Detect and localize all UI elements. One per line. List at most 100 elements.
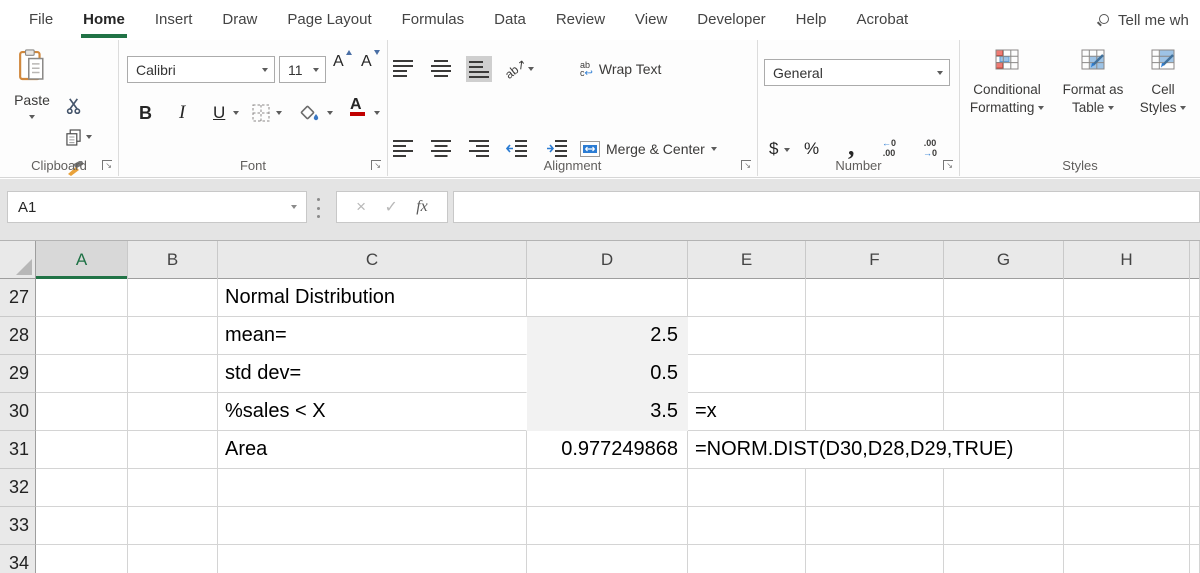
borders-dropdown-icon[interactable] bbox=[276, 111, 282, 115]
font-size-combo[interactable]: 11 bbox=[279, 56, 326, 83]
cell-f29[interactable] bbox=[806, 355, 944, 393]
cell-i31[interactable] bbox=[1190, 431, 1200, 469]
increase-font-button[interactable]: A bbox=[333, 50, 352, 71]
cell-a34[interactable] bbox=[36, 545, 128, 573]
cell-e34[interactable] bbox=[688, 545, 806, 573]
column-header-c[interactable]: C bbox=[218, 241, 527, 279]
menu-tab-view[interactable]: View bbox=[620, 0, 682, 40]
wrap-text-button[interactable]: ab c↩ Wrap Text bbox=[580, 56, 740, 82]
cell-b33[interactable] bbox=[128, 507, 218, 545]
decrease-decimal-button[interactable]: .00 →0 bbox=[923, 138, 937, 158]
row-header-29[interactable]: 29 bbox=[0, 355, 36, 393]
cell-b31[interactable] bbox=[128, 431, 218, 469]
currency-dropdown-icon[interactable] bbox=[784, 148, 790, 152]
cell-f28[interactable] bbox=[806, 317, 944, 355]
cell-a33[interactable] bbox=[36, 507, 128, 545]
number-format-combo[interactable]: General bbox=[764, 59, 950, 86]
cell-h32[interactable] bbox=[1064, 469, 1190, 507]
cell-d32[interactable] bbox=[527, 469, 688, 507]
cell-a30[interactable] bbox=[36, 393, 128, 431]
cell-i32[interactable] bbox=[1190, 469, 1200, 507]
cell-g33[interactable] bbox=[944, 507, 1064, 545]
cell-styles-button[interactable]: Cell Styles bbox=[1134, 48, 1192, 166]
cell-e30[interactable]: =x bbox=[688, 393, 806, 431]
cell-f33[interactable] bbox=[806, 507, 944, 545]
column-header-f[interactable]: F bbox=[806, 241, 944, 279]
menu-tab-developer[interactable]: Developer bbox=[682, 0, 780, 40]
cell-c31[interactable]: Area bbox=[218, 431, 527, 469]
row-header-30[interactable]: 30 bbox=[0, 393, 36, 431]
borders-button[interactable] bbox=[252, 98, 270, 128]
menu-tab-file[interactable]: File bbox=[14, 0, 68, 40]
font-name-combo[interactable]: Calibri bbox=[127, 56, 275, 83]
column-header-d[interactable]: D bbox=[527, 241, 688, 279]
top-align-button[interactable] bbox=[390, 56, 416, 82]
cell-i30[interactable] bbox=[1190, 393, 1200, 431]
cell-f32[interactable] bbox=[806, 469, 944, 507]
column-header-partial[interactable] bbox=[1190, 241, 1200, 279]
fill-color-dropdown-icon[interactable] bbox=[327, 111, 333, 115]
row-header-28[interactable]: 28 bbox=[0, 317, 36, 355]
cell-b29[interactable] bbox=[128, 355, 218, 393]
cell-e33[interactable] bbox=[688, 507, 806, 545]
cancel-icon[interactable]: × bbox=[356, 197, 366, 217]
cell-h29[interactable] bbox=[1064, 355, 1190, 393]
cell-d34[interactable] bbox=[527, 545, 688, 573]
tell-me-box[interactable]: Tell me wh bbox=[1097, 0, 1189, 40]
currency-button[interactable]: $ bbox=[769, 139, 778, 159]
cell-h33[interactable] bbox=[1064, 507, 1190, 545]
cell-i27[interactable] bbox=[1190, 279, 1200, 317]
cell-i33[interactable] bbox=[1190, 507, 1200, 545]
fill-color-button[interactable] bbox=[299, 98, 320, 128]
font-dialog-launcher[interactable]: ↘ bbox=[371, 160, 381, 170]
font-color-button[interactable]: A bbox=[350, 94, 365, 128]
cell-i34[interactable] bbox=[1190, 545, 1200, 573]
cell-h30[interactable] bbox=[1064, 393, 1190, 431]
increase-decimal-button[interactable]: ←0 .00 bbox=[882, 138, 896, 158]
cell-a27[interactable] bbox=[36, 279, 128, 317]
cell-c29[interactable]: std dev= bbox=[218, 355, 527, 393]
cell-b28[interactable] bbox=[128, 317, 218, 355]
menu-tab-formulas[interactable]: Formulas bbox=[387, 0, 480, 40]
formula-bar-resize-handle[interactable] bbox=[317, 198, 321, 218]
bottom-align-button[interactable] bbox=[466, 56, 492, 82]
cell-a31[interactable] bbox=[36, 431, 128, 469]
menu-tab-review[interactable]: Review bbox=[541, 0, 620, 40]
cell-h31[interactable] bbox=[1064, 431, 1190, 469]
enter-icon[interactable]: ✓ bbox=[384, 197, 397, 217]
cell-i29[interactable] bbox=[1190, 355, 1200, 393]
cell-h28[interactable] bbox=[1064, 317, 1190, 355]
column-header-h[interactable]: H bbox=[1064, 241, 1190, 279]
cell-c27[interactable]: Normal Distribution bbox=[218, 279, 527, 317]
cell-f27[interactable] bbox=[806, 279, 944, 317]
cell-c32[interactable] bbox=[218, 469, 527, 507]
cell-e32[interactable] bbox=[688, 469, 806, 507]
cell-h27[interactable] bbox=[1064, 279, 1190, 317]
column-header-b[interactable]: B bbox=[128, 241, 218, 279]
font-color-dropdown-icon[interactable] bbox=[374, 111, 380, 115]
cell-g30[interactable] bbox=[944, 393, 1064, 431]
menu-tab-insert[interactable]: Insert bbox=[140, 0, 208, 40]
row-header-34[interactable]: 34 bbox=[0, 545, 36, 573]
cell-d27[interactable] bbox=[527, 279, 688, 317]
cell-d28[interactable]: 2.5 bbox=[527, 317, 688, 355]
cell-a29[interactable] bbox=[36, 355, 128, 393]
cell-c30[interactable]: %sales < X bbox=[218, 393, 527, 431]
cell-e29[interactable] bbox=[688, 355, 806, 393]
cell-c34[interactable] bbox=[218, 545, 527, 573]
row-header-33[interactable]: 33 bbox=[0, 507, 36, 545]
underline-button[interactable]: U bbox=[213, 98, 225, 128]
number-dialog-launcher[interactable]: ↘ bbox=[943, 160, 953, 170]
cell-b34[interactable] bbox=[128, 545, 218, 573]
cell-g27[interactable] bbox=[944, 279, 1064, 317]
menu-tab-page-layout[interactable]: Page Layout bbox=[272, 0, 386, 40]
cell-b30[interactable] bbox=[128, 393, 218, 431]
insert-function-icon[interactable]: fx bbox=[416, 198, 428, 216]
cell-d29[interactable]: 0.5 bbox=[527, 355, 688, 393]
cell-d31[interactable]: 0.977249868 bbox=[527, 431, 688, 469]
clipboard-dialog-launcher[interactable]: ↘ bbox=[102, 160, 112, 170]
italic-button[interactable]: I bbox=[179, 98, 185, 128]
cell-f30[interactable] bbox=[806, 393, 944, 431]
underline-dropdown-icon[interactable] bbox=[233, 111, 239, 115]
cell-e28[interactable] bbox=[688, 317, 806, 355]
